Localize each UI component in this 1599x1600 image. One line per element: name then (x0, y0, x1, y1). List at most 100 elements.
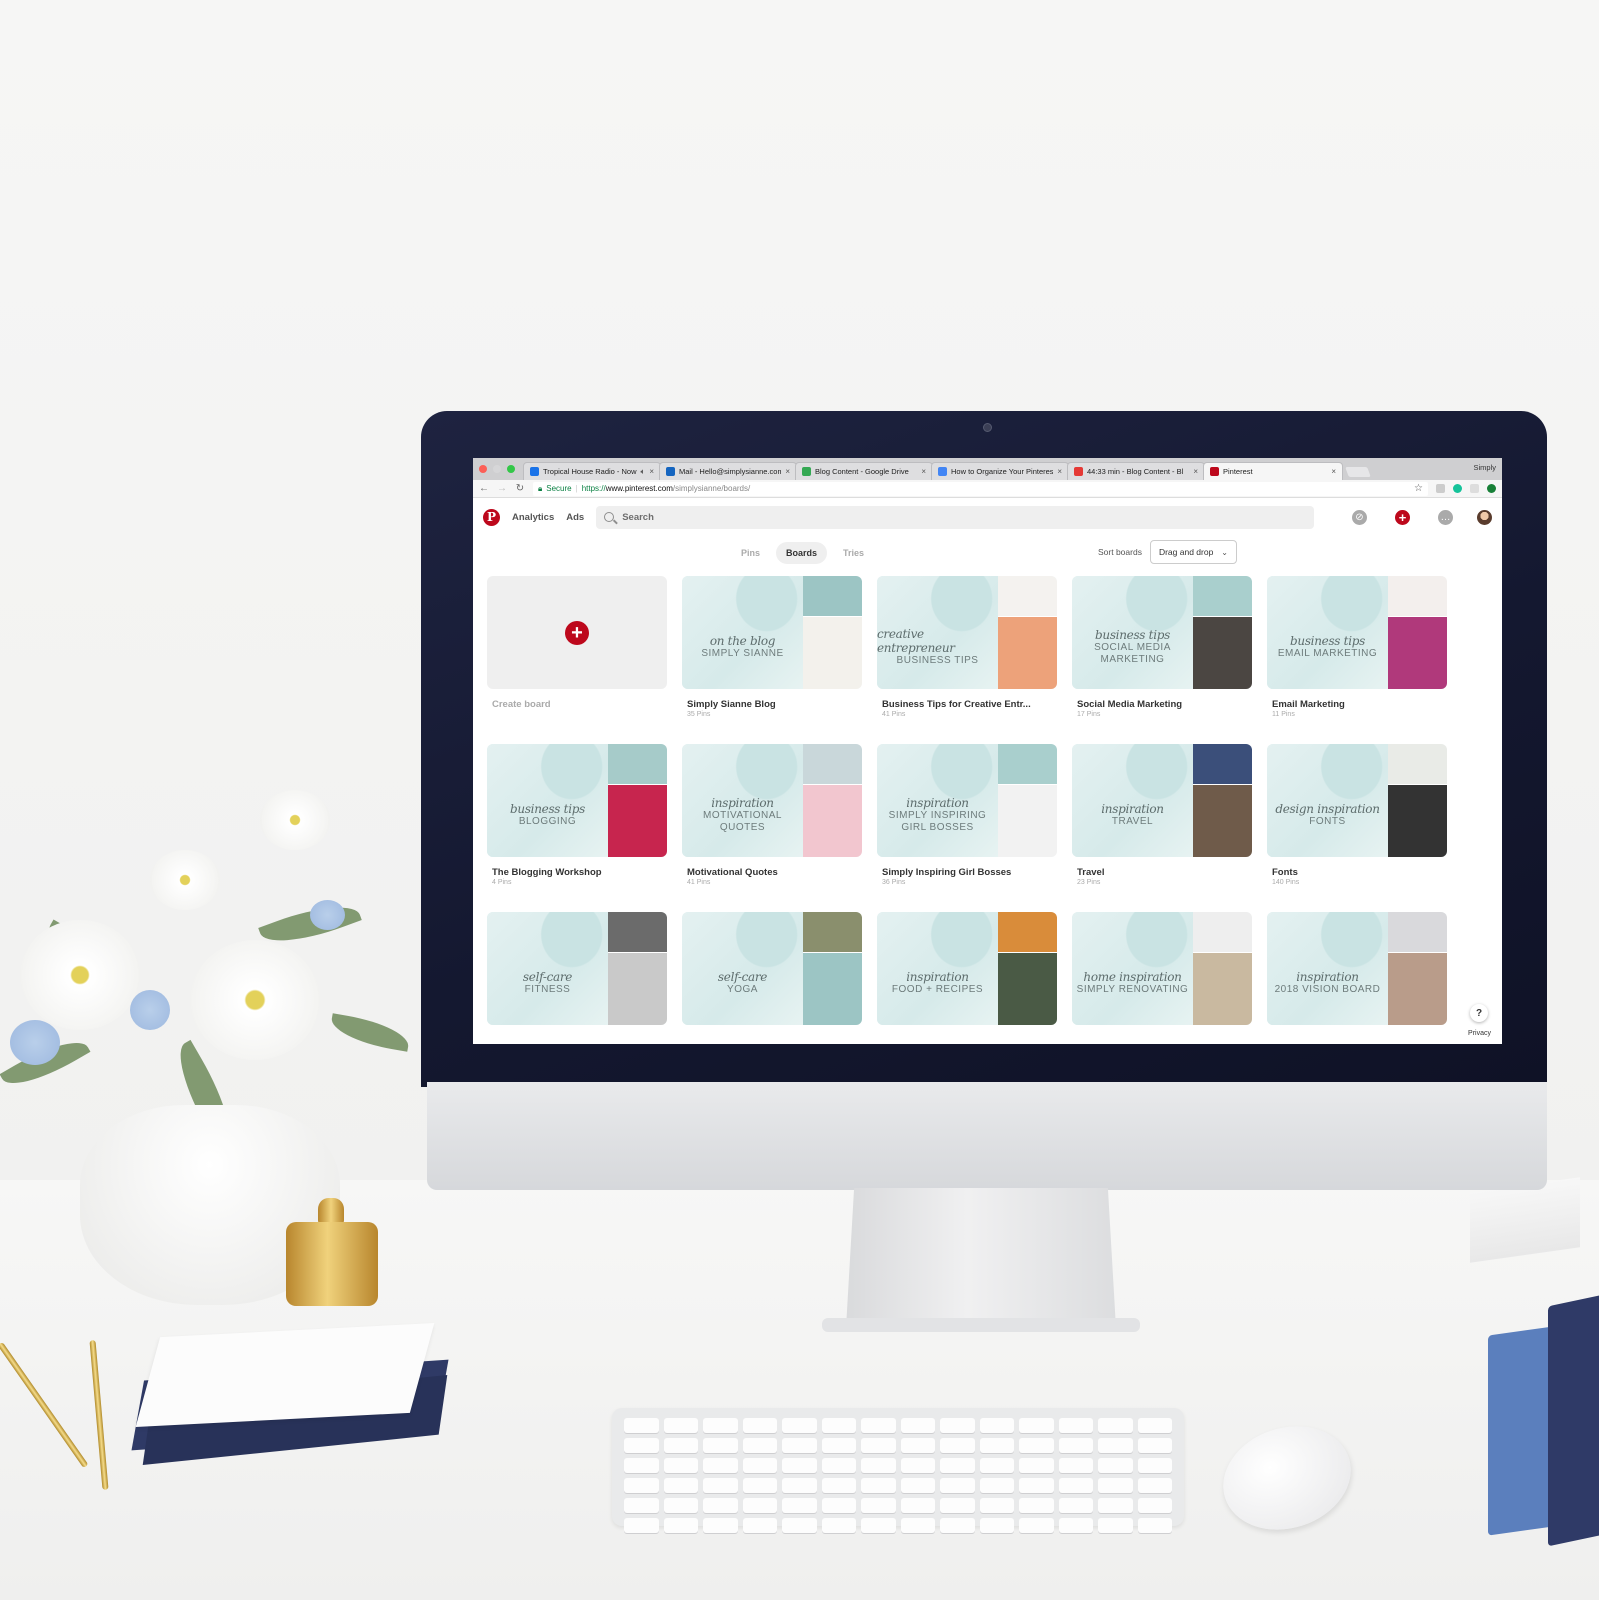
board-cover[interactable]: inspiration TRAVEL (1072, 744, 1252, 857)
cover-caps-text: SIMPLY RENOVATING (1076, 983, 1189, 995)
browser-tab[interactable]: 44:33 min - Blog Content - Bl × (1067, 462, 1205, 480)
keyboard-key (1098, 1478, 1133, 1493)
close-tab-icon[interactable]: × (1057, 467, 1062, 476)
board-card[interactable]: inspiration TRAVEL Travel 23 Pins (1072, 744, 1252, 912)
keyboard-key (703, 1438, 738, 1453)
screencast-icon[interactable] (1470, 484, 1479, 493)
browser-tab[interactable]: Mail - Hello@simplysianne.com × (659, 462, 797, 480)
create-board-card[interactable]: + Create board (487, 576, 667, 744)
search-input[interactable]: Search (596, 505, 1314, 529)
explore-icon[interactable]: ⊘ (1352, 509, 1367, 525)
grammarly-icon[interactable] (1453, 484, 1462, 493)
board-cover[interactable]: self-care YOGA (682, 912, 862, 1025)
board-card[interactable]: inspiration SIMPLY INSPIRING GIRL BOSSES… (877, 744, 1057, 912)
timer-icon (1074, 467, 1083, 476)
board-cover[interactable]: self-care FITNESS (487, 912, 667, 1025)
board-title[interactable]: Business Tips for Creative Entr... (877, 699, 1057, 710)
keyboard-key (782, 1458, 817, 1473)
profile-avatar[interactable] (1477, 509, 1492, 525)
gold-box (286, 1222, 378, 1306)
board-cover[interactable]: inspiration MOTIVATIONAL QUOTES (682, 744, 862, 857)
close-tab-icon[interactable]: × (921, 467, 926, 476)
board-card[interactable]: self-care FITNESS (487, 912, 667, 1044)
keyboard-key (900, 1498, 935, 1513)
board-title[interactable]: Simply Inspiring Girl Bosses (877, 867, 1057, 878)
board-card[interactable]: inspiration FOOD + RECIPES (877, 912, 1057, 1044)
privacy-link[interactable]: Privacy (1465, 1029, 1494, 1038)
board-card[interactable]: home inspiration SIMPLY RENOVATING (1072, 912, 1252, 1044)
help-button[interactable]: ? (1470, 1004, 1488, 1022)
browser-tab[interactable]: Tropical House Radio - Now 🔈︎ × (523, 462, 661, 480)
url-input[interactable]: 🔒︎ Secure | https://www.pinterest.com/si… (533, 481, 1428, 496)
keyboard-key (663, 1418, 698, 1433)
cover-script-text: creative entrepreneur (877, 626, 955, 655)
keyboard-key (782, 1518, 817, 1533)
board-pin-count: 36 Pins (882, 879, 906, 886)
board-cover-side (1193, 576, 1252, 689)
board-card[interactable]: self-care YOGA (682, 912, 862, 1044)
pin-thumbnail (1388, 953, 1447, 1025)
tab-tries[interactable]: Tries (833, 542, 874, 564)
board-card[interactable]: inspiration 2018 VISION BOARD (1267, 912, 1447, 1044)
board-title[interactable]: Simply Sianne Blog (682, 699, 862, 710)
sort-dropdown[interactable]: Drag and drop ⌄ (1149, 540, 1237, 564)
new-tab-button[interactable] (1345, 467, 1371, 477)
browser-tab[interactable]: Pinterest × (1203, 462, 1343, 480)
board-cover[interactable]: inspiration SIMPLY INSPIRING GIRL BOSSES (877, 744, 1057, 857)
close-tab-icon[interactable]: × (649, 467, 654, 476)
board-card[interactable]: creative entrepreneur BUSINESS TIPS Busi… (877, 576, 1057, 744)
bookmark-star-icon[interactable]: ☆ (1414, 483, 1423, 494)
g-extension-icon[interactable] (1436, 484, 1445, 493)
board-cover[interactable]: home inspiration SIMPLY RENOVATING (1072, 912, 1252, 1025)
pin-thumbnail (803, 953, 862, 1025)
green-extension-icon[interactable] (1487, 484, 1496, 493)
board-cover[interactable]: business tips EMAIL MARKETING (1267, 576, 1447, 689)
forward-icon[interactable]: → (497, 483, 507, 494)
audio-icon[interactable]: 🔈︎ (641, 467, 646, 477)
reload-icon[interactable]: ↻ (515, 483, 525, 494)
board-title[interactable]: Travel (1072, 867, 1252, 878)
board-cover[interactable]: design inspiration FONTS (1267, 744, 1447, 857)
board-title[interactable]: The Blogging Workshop (487, 867, 667, 878)
board-title[interactable]: Email Marketing (1267, 699, 1447, 710)
plus-icon: + (565, 620, 589, 645)
minimize-window-button[interactable] (493, 465, 501, 473)
create-board-cover[interactable]: + (487, 576, 667, 689)
keyboard-key (663, 1438, 698, 1453)
board-cover[interactable]: business tips BLOGGING (487, 744, 667, 857)
board-card[interactable]: business tips SOCIAL MEDIA MARKETING Soc… (1072, 576, 1252, 744)
back-icon[interactable]: ← (479, 483, 489, 494)
board-cover[interactable]: inspiration 2018 VISION BOARD (1267, 912, 1447, 1025)
board-title[interactable]: Social Media Marketing (1072, 699, 1252, 710)
close-tab-icon[interactable]: × (1331, 467, 1336, 476)
close-tab-icon[interactable]: × (785, 467, 790, 476)
nav-ads[interactable]: Ads (566, 512, 584, 523)
pinterest-logo[interactable]: P (483, 508, 500, 526)
board-card[interactable]: business tips EMAIL MARKETING Email Mark… (1267, 576, 1447, 744)
board-card[interactable]: business tips BLOGGING The Blogging Work… (487, 744, 667, 912)
nav-analytics[interactable]: Analytics (512, 512, 554, 523)
messages-icon[interactable]: … (1438, 509, 1453, 525)
browser-tab[interactable]: Blog Content - Google Drive × (795, 462, 933, 480)
close-window-button[interactable] (479, 465, 487, 473)
keyboard-key (624, 1458, 659, 1473)
close-tab-icon[interactable]: × (1193, 467, 1198, 476)
board-title[interactable]: Motivational Quotes (682, 867, 862, 878)
board-card[interactable]: design inspiration FONTS Fonts 140 Pins (1267, 744, 1447, 912)
tab-boards[interactable]: Boards (776, 542, 828, 564)
board-card[interactable]: inspiration MOTIVATIONAL QUOTES Motivati… (682, 744, 862, 912)
keyboard-key (624, 1418, 659, 1433)
tab-pins[interactable]: Pins (731, 542, 770, 564)
board-title[interactable]: Fonts (1267, 867, 1447, 878)
board-cover[interactable]: business tips SOCIAL MEDIA MARKETING (1072, 576, 1252, 689)
board-cover[interactable]: inspiration FOOD + RECIPES (877, 912, 1057, 1025)
profile-name[interactable]: Simply (1473, 463, 1496, 472)
add-pin-icon[interactable]: + (1395, 509, 1410, 525)
board-cover-graphic: inspiration FOOD + RECIPES (877, 912, 998, 1025)
browser-tab[interactable]: How to Organize Your Pinterest × (931, 462, 1069, 480)
board-cover[interactable]: on the blog SIMPLY SIANNE (682, 576, 862, 689)
maximize-window-button[interactable] (507, 465, 515, 473)
board-cover[interactable]: creative entrepreneur BUSINESS TIPS (877, 576, 1057, 689)
keyboard-key (1019, 1458, 1054, 1473)
board-card[interactable]: on the blog SIMPLY SIANNE Simply Sianne … (682, 576, 862, 744)
